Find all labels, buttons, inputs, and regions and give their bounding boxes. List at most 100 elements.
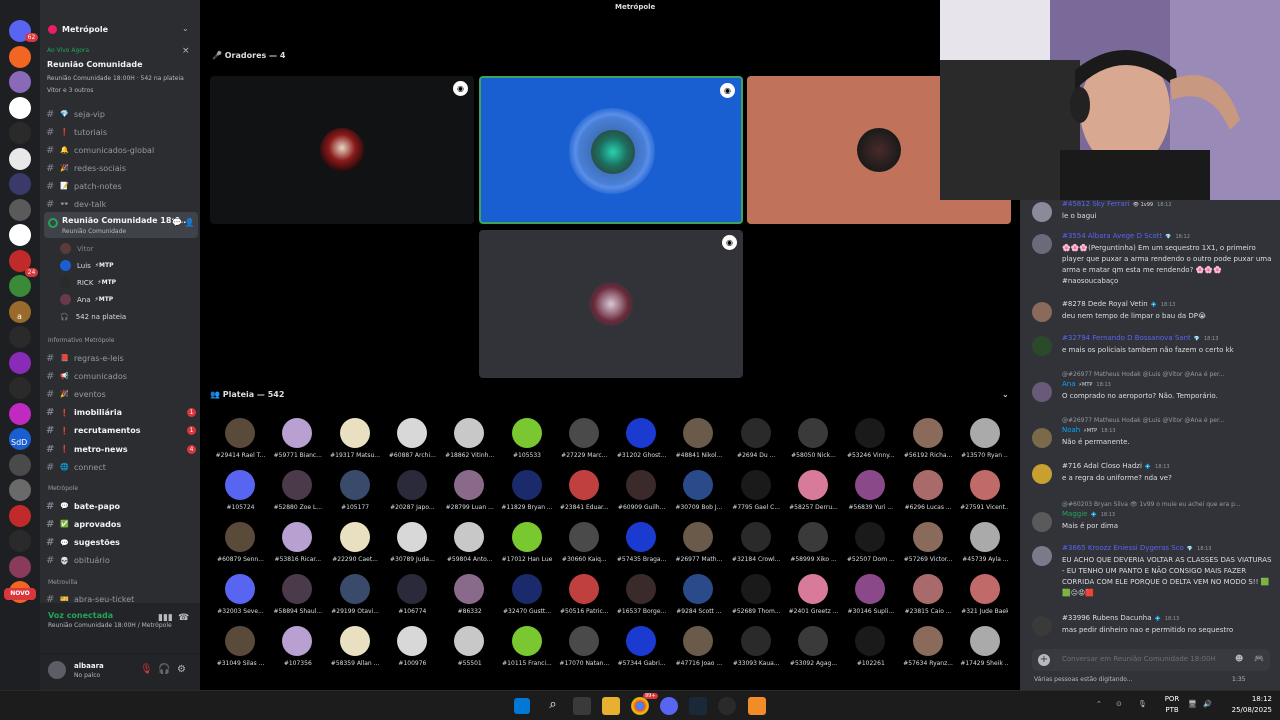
add-attachment-icon[interactable]: +	[1038, 654, 1050, 666]
audience-member[interactable]: #59804 Anto...	[441, 522, 498, 574]
audience-member[interactable]: #105724	[212, 470, 269, 522]
audience-member[interactable]: #47716 Joao ...	[670, 626, 727, 678]
obs-icon[interactable]	[718, 697, 736, 715]
avatar[interactable]	[1032, 234, 1052, 254]
channel-bate-papo[interactable]: # 💬 bate-papo	[46, 498, 196, 514]
search-icon[interactable]: ⌕	[544, 697, 562, 715]
avatar[interactable]	[1032, 336, 1052, 356]
stage-actions[interactable]: 💬 👤	[172, 218, 194, 227]
audience-member[interactable]: #55501	[441, 626, 498, 678]
audience-member[interactable]: #17012 Han Lue	[499, 522, 556, 574]
pin-icon[interactable]: ◉	[722, 235, 737, 250]
server-icon[interactable]	[9, 555, 31, 578]
audience-member[interactable]: #2401 Greetz ...	[785, 574, 842, 626]
steam-icon[interactable]	[689, 697, 707, 715]
category-metropole[interactable]: Metrópole	[48, 485, 78, 492]
channel-regras-e-leis[interactable]: # 📕 regras-e-leis	[46, 350, 196, 366]
mic-icon[interactable]: 🎙	[1138, 700, 1147, 708]
category-informativo[interactable]: Informativo Metrópole	[48, 337, 114, 344]
audience-member[interactable]: #105533	[499, 418, 556, 470]
discord-icon[interactable]	[660, 697, 678, 715]
server-icon[interactable]	[9, 453, 31, 476]
audience-member[interactable]: #57269 Victor...	[900, 522, 957, 574]
category-metrovilla[interactable]: Metrovilla	[48, 579, 77, 586]
audience-member[interactable]: #31049 Silas ...	[212, 626, 269, 678]
audience-member[interactable]: #17429 Sheik ...	[957, 626, 1008, 678]
signal-icon[interactable]: ▮▮▮	[158, 613, 173, 623]
stage-speaker[interactable]: Ana ⚡MTP	[60, 292, 113, 307]
channel-imobiliária[interactable]: # ❗ imobiliária 1	[46, 405, 196, 421]
avatar[interactable]	[1032, 382, 1052, 402]
audience-member[interactable]: #16537 Borge...	[613, 574, 670, 626]
avatar[interactable]	[1032, 302, 1052, 322]
audience-member[interactable]: #58894 Shaul...	[269, 574, 326, 626]
server-icon[interactable]	[9, 147, 31, 170]
headset-icon[interactable]: 🎧	[158, 664, 170, 675]
audience-member[interactable]: #56839 Yuri ...	[842, 470, 899, 522]
audience-member[interactable]: #23815 Caio ...	[900, 574, 957, 626]
audience-member[interactable]: #56192 Richa...	[900, 418, 957, 470]
close-icon[interactable]: ×	[182, 46, 190, 56]
chevron-up-icon[interactable]: ⌃	[1096, 700, 1102, 708]
audience-member[interactable]: #86332	[441, 574, 498, 626]
file-explorer-icon[interactable]	[602, 697, 620, 715]
mic-muted-icon[interactable]: 🎙	[140, 664, 153, 675]
audience-member[interactable]: #23841 Eduar...	[556, 470, 613, 522]
voice-channel-label[interactable]: Reunião Comunidade 18:00H / Metrópole	[48, 622, 172, 629]
audience-member[interactable]: #60909 Guilh...	[613, 470, 670, 522]
audience-member[interactable]: #60879 Senn...	[212, 522, 269, 574]
channel-obituário[interactable]: # 💀 obituário	[46, 553, 196, 569]
speaker-tile[interactable]: ◉	[210, 76, 474, 224]
volume-icon[interactable]: 🔊	[1203, 700, 1212, 708]
audience-member[interactable]: #59771 Bianc...	[269, 418, 326, 470]
audience-member[interactable]: #52689 Thom...	[728, 574, 785, 626]
avatar[interactable]	[1032, 464, 1052, 484]
avatar[interactable]	[1032, 546, 1052, 566]
network-icon[interactable]: 🖥	[1188, 700, 1197, 708]
audience-member[interactable]: #22290 Caet...	[327, 522, 384, 574]
audience-member[interactable]: #106774	[384, 574, 441, 626]
server-icon[interactable]	[9, 198, 31, 221]
avatar[interactable]	[48, 661, 66, 679]
pin-icon[interactable]: ◉	[720, 83, 735, 98]
lang-top[interactable]: POR	[1160, 695, 1184, 703]
audience-member[interactable]: #10115 Franci...	[499, 626, 556, 678]
channel-recrutamentos[interactable]: # ❗ recrutamentos 1	[46, 423, 196, 439]
audience-member[interactable]: #30709 Bob J...	[670, 470, 727, 522]
stage-speaker[interactable]: Luis ⚡MTP	[60, 258, 114, 273]
chevron-down-icon[interactable]: ⌄	[182, 24, 189, 33]
audience-member[interactable]: #57344 Gabri...	[613, 626, 670, 678]
server-icon[interactable]	[9, 173, 31, 195]
channel-seja-vip[interactable]: # 💎 seja-vip	[46, 106, 196, 122]
live-stage-card[interactable]: Ao Vivo Agora × Reunião Comunidade Reuni…	[40, 43, 200, 98]
audience-member[interactable]: #13570 Ryan ...	[957, 418, 1008, 470]
audience-member[interactable]: #58359 Allan ...	[327, 626, 384, 678]
audience-member[interactable]: #52507 Dom ...	[842, 522, 899, 574]
audience-member[interactable]: #107356	[269, 626, 326, 678]
speaker-tile[interactable]: ◉	[479, 230, 743, 378]
server-icon[interactable]	[9, 504, 31, 527]
server-icon[interactable]	[9, 71, 31, 93]
server-icon[interactable]	[9, 530, 31, 552]
app-icon[interactable]	[748, 697, 766, 715]
audience-member[interactable]: #321 Jude Baek	[957, 574, 1008, 626]
chrome-icon[interactable]	[631, 697, 649, 715]
audience-member[interactable]: #17070 Natan...	[556, 626, 613, 678]
channel-patch-notes[interactable]: # 📝 patch-notes	[46, 178, 196, 194]
avatar[interactable]	[1032, 616, 1052, 636]
stage-speaker[interactable]: Vitor	[60, 241, 94, 256]
avatar[interactable]	[1032, 512, 1052, 532]
audience-member[interactable]: #29199 Otavi...	[327, 574, 384, 626]
server-header[interactable]: Metrópole ⌄	[40, 0, 200, 44]
avatar[interactable]	[1032, 202, 1052, 222]
audience-member[interactable]: #105177	[327, 470, 384, 522]
game-icon[interactable]: 🎮	[1254, 654, 1264, 663]
audience-member[interactable]: #7795 Gael C...	[728, 470, 785, 522]
channel-sugestões[interactable]: # 💬 sugestões	[46, 535, 196, 551]
server-icon[interactable]	[9, 326, 31, 348]
stage-channel[interactable]: Reunião Comunidade 18:0... Reunião Comun…	[44, 212, 198, 238]
audience-member[interactable]: #100976	[384, 626, 441, 678]
audience-member[interactable]: #33093 Kaua...	[728, 626, 785, 678]
audience-member[interactable]: #48841 Nikol...	[670, 418, 727, 470]
audience-member[interactable]: #102261	[842, 626, 899, 678]
